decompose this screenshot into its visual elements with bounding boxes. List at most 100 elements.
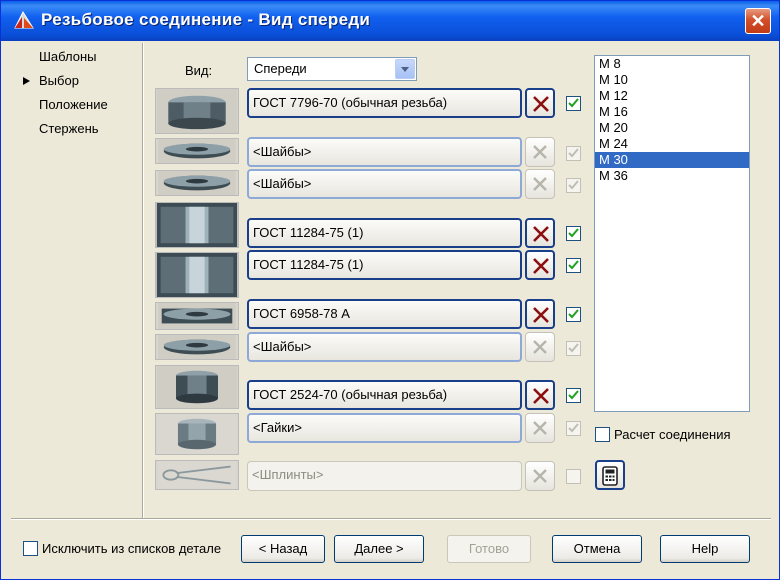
- wizard-steps: Шаблоны Выбор Положение Стержень: [23, 45, 133, 141]
- size-list-item[interactable]: M 12: [595, 88, 749, 104]
- check-icon: [568, 309, 579, 319]
- step-label: Положение: [39, 97, 108, 112]
- check-icon: [568, 228, 579, 238]
- dialog-window: Резьбовое соединение - Вид спереди ✕ Шаб…: [0, 0, 780, 580]
- part-field-washer[interactable]: <Шайбы>: [247, 137, 522, 167]
- size-list-item[interactable]: M 16: [595, 104, 749, 120]
- part-checkbox[interactable]: [566, 226, 581, 241]
- horizontal-divider: [11, 518, 771, 520]
- check-icon: [568, 343, 579, 353]
- delete-button[interactable]: [525, 137, 555, 167]
- x-icon: [533, 388, 549, 404]
- size-list-item-selected[interactable]: M 30: [595, 152, 749, 168]
- vertical-divider: [142, 43, 144, 518]
- current-step-arrow-icon: [23, 77, 30, 85]
- close-button[interactable]: ✕: [745, 8, 771, 34]
- back-button[interactable]: < Назад: [241, 535, 325, 563]
- x-icon: [533, 469, 547, 483]
- part-field-nut[interactable]: <Гайки>: [247, 413, 522, 443]
- delete-button[interactable]: [525, 169, 555, 199]
- part-checkbox[interactable]: [566, 146, 581, 161]
- step-label: Шаблоны: [39, 49, 97, 64]
- part-field-washer[interactable]: <Шайбы>: [247, 332, 522, 362]
- window-title: Резьбовое соединение - Вид спереди: [41, 10, 371, 29]
- size-list-item[interactable]: M 8: [595, 56, 749, 72]
- done-button[interactable]: Готово: [447, 535, 531, 563]
- calc-checkbox[interactable]: [595, 427, 610, 442]
- size-list-item[interactable]: M 10: [595, 72, 749, 88]
- step-label: Стержень: [39, 121, 99, 136]
- delete-button[interactable]: [525, 461, 555, 491]
- help-button[interactable]: Help: [660, 535, 750, 563]
- delete-button[interactable]: [525, 332, 555, 362]
- check-icon: [568, 180, 579, 190]
- view-label: Вид:: [185, 63, 213, 78]
- title-bar[interactable]: Резьбовое соединение - Вид спереди ✕: [1, 1, 779, 41]
- part-field-washer[interactable]: <Шайбы>: [247, 169, 522, 199]
- part-checkbox[interactable]: [566, 388, 581, 403]
- bolt-head-thumbnail: [155, 88, 239, 134]
- x-icon: [533, 340, 547, 354]
- part-checkbox[interactable]: [566, 341, 581, 356]
- x-icon: [533, 145, 547, 159]
- step-shaft[interactable]: Стержень: [23, 117, 133, 141]
- step-templates[interactable]: Шаблоны: [23, 45, 133, 69]
- exclude-label: Исключить из списков детале: [42, 541, 222, 556]
- washer-thumbnail: [155, 170, 239, 196]
- part-checkbox[interactable]: [566, 421, 581, 436]
- step-selection[interactable]: Выбор: [23, 69, 133, 93]
- delete-button[interactable]: [525, 218, 555, 248]
- delete-button[interactable]: [525, 380, 555, 410]
- step-position[interactable]: Положение: [23, 93, 133, 117]
- part-checkbox[interactable]: [566, 96, 581, 111]
- exclude-checkbox[interactable]: [23, 541, 38, 556]
- check-icon: [568, 98, 579, 108]
- x-icon: [533, 177, 547, 191]
- size-listbox[interactable]: M 8 M 10 M 12 M 16 M 20 M 24 M 30 M 36: [594, 55, 750, 412]
- nut-thumbnail: [155, 413, 239, 455]
- part-checkbox[interactable]: [566, 258, 581, 273]
- delete-button[interactable]: [525, 299, 555, 329]
- part-field-washer[interactable]: ГОСТ 6958-78 A: [247, 299, 522, 329]
- x-icon: [533, 307, 549, 323]
- calculator-icon: [602, 466, 618, 486]
- calc-label: Расчет соединения: [614, 427, 731, 442]
- part-checkbox[interactable]: [566, 469, 581, 484]
- cancel-button[interactable]: Отмена: [552, 535, 642, 563]
- x-icon: [533, 258, 549, 274]
- x-icon: [533, 226, 549, 242]
- delete-button[interactable]: [525, 250, 555, 280]
- size-list-item[interactable]: M 36: [595, 168, 749, 184]
- plate-thumbnail: [155, 202, 239, 248]
- calculator-button[interactable]: [595, 460, 625, 490]
- chevron-down-icon[interactable]: [395, 59, 415, 79]
- x-icon: [533, 421, 547, 435]
- size-list-item[interactable]: M 24: [595, 136, 749, 152]
- part-field-cotter-pin[interactable]: <Шплинты>: [247, 461, 522, 491]
- part-field-plate[interactable]: ГОСТ 11284-75 (1): [247, 250, 522, 280]
- part-field-plate[interactable]: ГОСТ 11284-75 (1): [247, 218, 522, 248]
- washer-thumbnail: [155, 302, 239, 330]
- delete-button[interactable]: [525, 413, 555, 443]
- part-field-nut[interactable]: ГОСТ 2524-70 (обычная резьба): [247, 380, 522, 410]
- cotter-pin-thumbnail: [155, 460, 239, 490]
- washer-thumbnail: [155, 138, 239, 164]
- check-icon: [568, 260, 579, 270]
- x-icon: [533, 96, 549, 112]
- check-icon: [568, 390, 579, 400]
- size-list-item[interactable]: M 20: [595, 120, 749, 136]
- nut-thumbnail: [155, 365, 239, 409]
- plate-thumbnail: [155, 252, 239, 298]
- part-checkbox[interactable]: [566, 178, 581, 193]
- step-label: Выбор: [39, 73, 79, 88]
- check-icon: [568, 423, 579, 433]
- next-button[interactable]: Далее >: [334, 535, 424, 563]
- view-select-value: Спереди: [254, 61, 307, 76]
- view-select[interactable]: Спереди: [247, 57, 417, 81]
- part-checkbox[interactable]: [566, 307, 581, 322]
- part-field-bolt[interactable]: ГОСТ 7796-70 (обычная резьба): [247, 88, 522, 118]
- delete-button[interactable]: [525, 88, 555, 118]
- washer-thumbnail: [155, 334, 239, 360]
- check-icon: [568, 148, 579, 158]
- app-icon: [14, 10, 34, 29]
